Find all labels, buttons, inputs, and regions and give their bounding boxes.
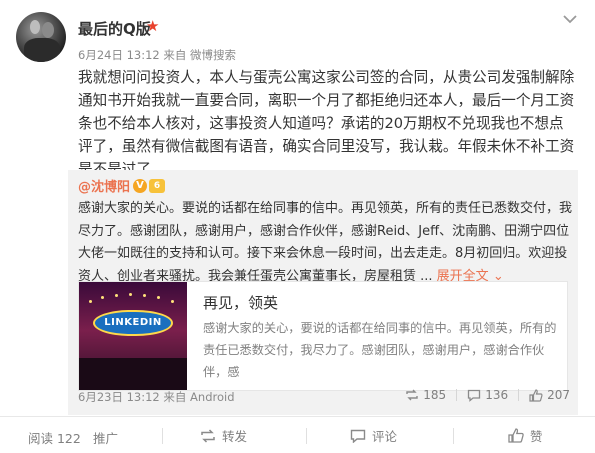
action-bar: 阅读 122 推广 转发 评论 赞 bbox=[0, 416, 595, 453]
promote-link[interactable]: 推广 bbox=[93, 428, 118, 447]
post-meta: 6月24日 13:12 来自 微博搜索 bbox=[78, 48, 237, 62]
like-count-button[interactable]: 207 bbox=[529, 388, 570, 402]
author-name[interactable]: 最后的Q版 bbox=[78, 18, 151, 39]
level-badge-icon: 6 bbox=[149, 178, 166, 193]
like-icon bbox=[529, 388, 543, 402]
avatar[interactable] bbox=[16, 12, 66, 62]
like-icon bbox=[508, 428, 524, 443]
read-count: 阅读 122 bbox=[28, 431, 81, 446]
weibo-post-card: 最后的Q版 ★ 6月24日 13:12 来自 微博搜索 我就想问问投资人，本人与… bbox=[0, 0, 595, 453]
repost-icon bbox=[201, 428, 215, 443]
repost-count-button[interactable]: 185 bbox=[405, 388, 446, 402]
card-description: 感谢大家的关心，要说的话都在给同事的信中。再见领英，所有的责任已悉数交付，我尽力… bbox=[203, 321, 557, 379]
repost-icon bbox=[406, 389, 418, 401]
card-title: 再见，领英 bbox=[203, 294, 279, 312]
repost-block[interactable]: @沈博阳 V 6 感谢大家的关心。要说的话都在给同事的信中。再见领英，所有的责任… bbox=[68, 170, 578, 415]
repost-button[interactable]: 转发 bbox=[200, 426, 247, 445]
vip-star-icon[interactable]: ★ bbox=[146, 17, 159, 35]
repost-text: 感谢大家的关心。要说的话都在给同事的信中。再见领英，所有的责任已悉数交付，我尽力… bbox=[78, 198, 573, 288]
link-card[interactable]: LINKEDIN 再见，领英 感谢大家的关心，要说的话都在给同事的信中。再见领英… bbox=[78, 281, 568, 391]
like-button[interactable]: 赞 bbox=[508, 426, 543, 445]
repost-time: 6月23日 13:12 来自 Android bbox=[78, 390, 235, 404]
chevron-down-icon[interactable] bbox=[563, 14, 577, 24]
comment-icon bbox=[468, 389, 481, 402]
repost-stats: 185 136 207 bbox=[405, 388, 570, 402]
comment-count-button[interactable]: 136 bbox=[467, 388, 508, 402]
card-image-text: LINKEDIN bbox=[104, 317, 162, 328]
repost-author[interactable]: @沈博阳 bbox=[78, 176, 130, 195]
comment-icon bbox=[350, 429, 366, 443]
card-thumbnail: LINKEDIN bbox=[79, 282, 187, 390]
repost-header: @沈博阳 V 6 bbox=[78, 176, 166, 195]
post-text: 我就想问问投资人，本人与蛋壳公寓这家公司签的合同，从贵公司发强制解除通知书开始我… bbox=[78, 69, 575, 178]
verified-v-icon: V bbox=[133, 178, 148, 193]
comment-button[interactable]: 评论 bbox=[350, 426, 397, 445]
